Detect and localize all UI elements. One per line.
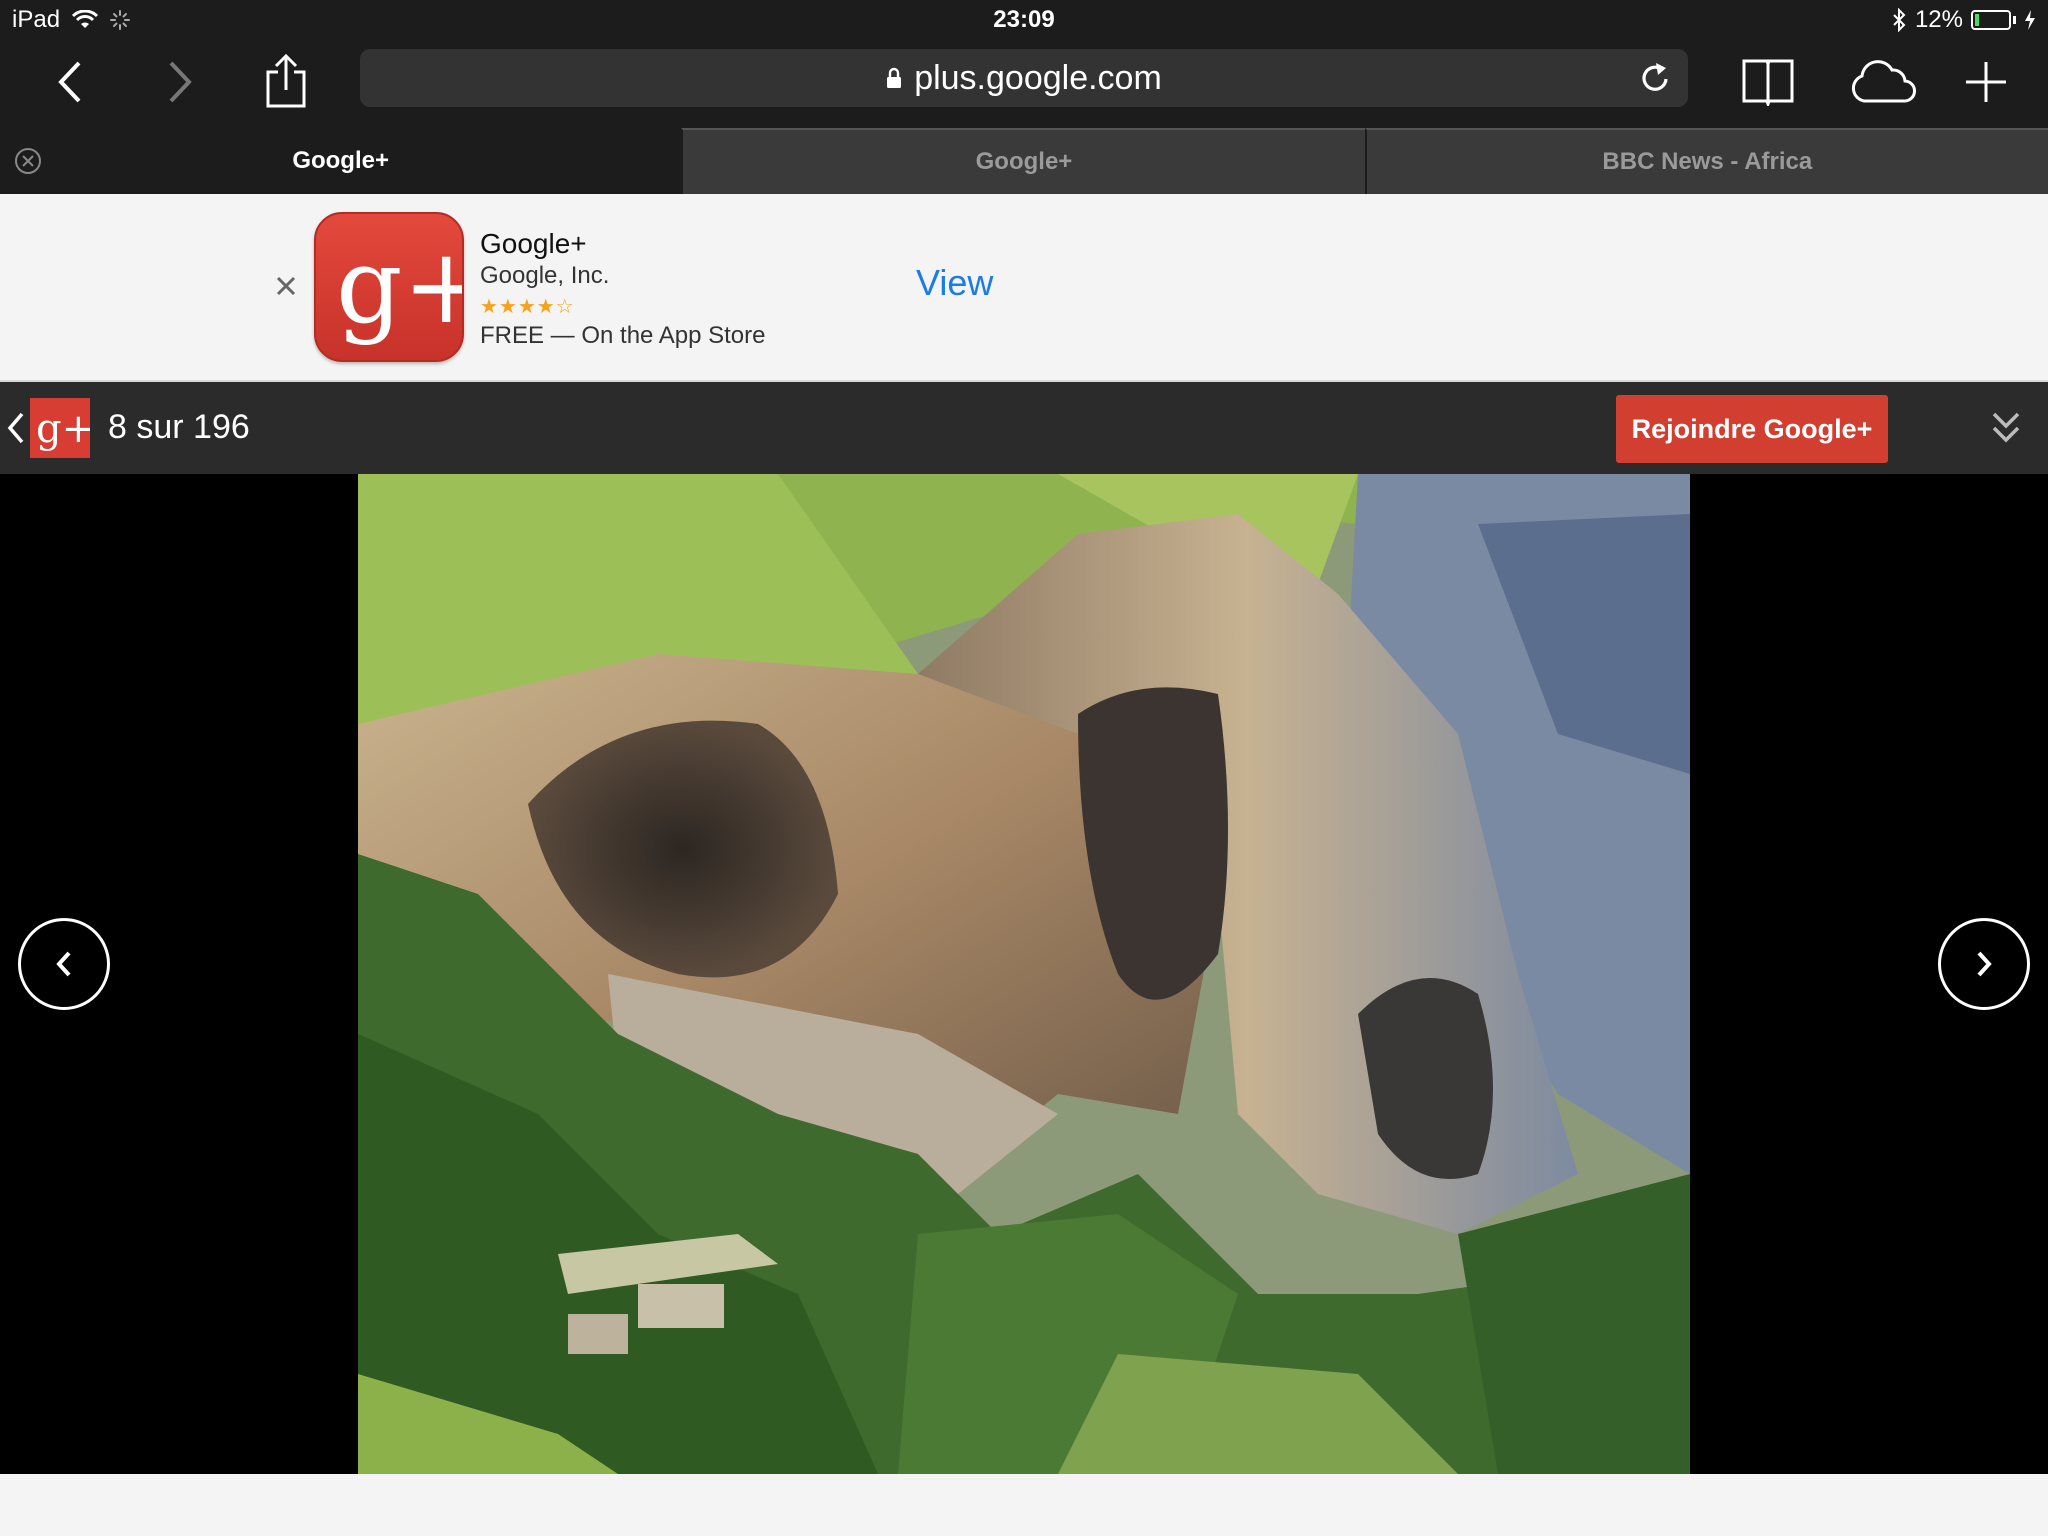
chevron-right-icon	[169, 61, 192, 103]
address-bar[interactable]: plus.google.com	[360, 49, 1688, 107]
app-price: FREE — On the App Store	[480, 322, 766, 349]
google-plus-logo-icon: g+	[36, 406, 95, 452]
new-tab-button[interactable]	[1954, 50, 2018, 114]
url-text: plus.google.com	[914, 58, 1162, 97]
reload-icon[interactable]	[1636, 59, 1674, 97]
photo-counter: 8 sur 196	[108, 408, 250, 446]
status-right: 12%	[1891, 6, 2036, 34]
chevron-left-icon	[58, 61, 81, 103]
app-name: Google+	[480, 228, 587, 259]
join-google-plus-button[interactable]: Rejoindre Google+	[1616, 395, 1888, 463]
browser-toolbar: plus.google.com	[0, 40, 2048, 128]
page-bottom-area	[0, 1474, 2048, 1536]
cloud-icon	[1851, 60, 1916, 103]
double-chevron-down-icon[interactable]	[1990, 410, 2022, 446]
charging-bolt-icon	[2025, 10, 2035, 30]
icloud-tabs-button[interactable]	[1846, 50, 1920, 114]
logo-glyph: g+	[36, 406, 90, 452]
next-photo-button[interactable]	[1938, 918, 2030, 1010]
bookmarks-icon	[1742, 59, 1794, 106]
chevron-left-icon[interactable]	[4, 408, 28, 448]
photo-viewer	[0, 474, 2048, 1474]
bookmarks-button[interactable]	[1736, 50, 1800, 114]
smart-app-banner: g+ Google+ Google, Inc. ★★★★☆ FREE — On …	[0, 194, 2048, 382]
status-bar: iPad 23:09 12%	[0, 0, 2048, 40]
app-icon-glyph: g+	[336, 225, 464, 347]
share-icon	[266, 54, 306, 108]
app-developer: Google, Inc.	[480, 262, 610, 289]
status-time: 23:09	[993, 6, 1055, 33]
gplus-header-bar: g+ 8 sur 196 Rejoindre Google+	[0, 382, 2048, 474]
close-tab-icon[interactable]	[14, 147, 42, 175]
battery-tip	[2013, 16, 2016, 24]
tab-label: Google+	[292, 147, 389, 174]
view-app-button[interactable]: View	[916, 262, 993, 304]
google-plus-logo[interactable]: g+	[30, 398, 95, 458]
chevron-right-icon	[1977, 951, 1992, 977]
google-plus-app-icon[interactable]: g+	[314, 212, 464, 362]
plus-icon	[1966, 62, 2006, 102]
battery-icon	[1971, 10, 2011, 30]
close-banner-icon[interactable]	[272, 272, 300, 300]
share-button[interactable]	[254, 50, 318, 114]
chevron-left-icon	[56, 951, 71, 977]
tab-bar: Google+ Google+ BBC News - Africa	[0, 128, 2048, 194]
lock-icon	[887, 67, 902, 88]
tab-label: BBC News - Africa	[1602, 148, 1813, 175]
address-content: plus.google.com	[360, 49, 1688, 107]
previous-photo-button[interactable]	[18, 918, 110, 1010]
mountain-cliff-photo	[358, 474, 1690, 1474]
forward-button[interactable]	[148, 50, 212, 114]
google-plus-logo-icon: g+	[336, 225, 464, 347]
photo-image	[358, 474, 1690, 1474]
tab-bbc-news-africa[interactable]: BBC News - Africa	[1364, 128, 2048, 194]
back-button[interactable]	[38, 50, 102, 114]
battery-percent: 12%	[1914, 6, 1963, 33]
tab-google-plus-1[interactable]: Google+	[0, 128, 682, 194]
battery-fill	[1975, 14, 1979, 26]
tab-google-plus-2[interactable]: Google+	[681, 128, 1365, 194]
tab-label: Google+	[975, 148, 1073, 175]
app-rating-stars: ★★★★☆	[480, 296, 575, 318]
bluetooth-icon	[1893, 8, 1906, 32]
